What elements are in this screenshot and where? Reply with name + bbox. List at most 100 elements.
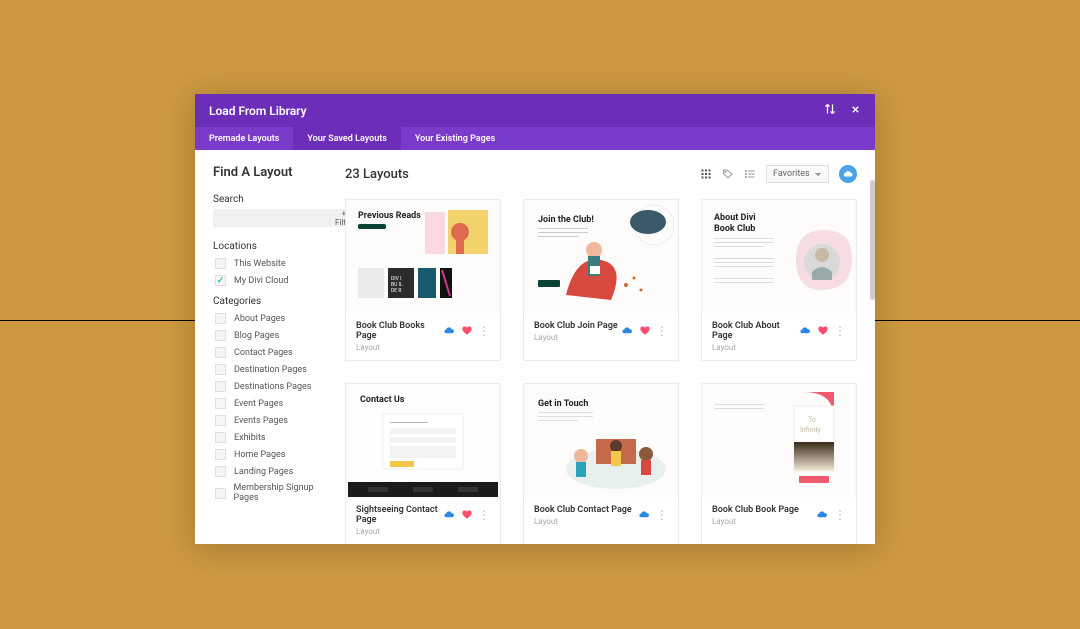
cloud-icon[interactable] bbox=[798, 321, 812, 340]
checkbox-label: Events Pages bbox=[234, 416, 288, 426]
tag-view-icon[interactable] bbox=[722, 168, 734, 180]
svg-text:Book Club: Book Club bbox=[714, 224, 755, 234]
layout-count: 23 Layouts bbox=[345, 167, 409, 182]
modal-title: Load From Library bbox=[209, 104, 307, 118]
location-my-divi-cloud[interactable]: My Divi Cloud bbox=[213, 275, 335, 286]
layout-thumbnail: Previous ReadsDIV IBU ILDE R bbox=[346, 200, 500, 313]
library-modal: Load From Library Premade Layouts Your S… bbox=[195, 94, 875, 544]
category-item[interactable]: Event Pages bbox=[213, 398, 335, 409]
scrollbar[interactable] bbox=[870, 180, 875, 300]
checkbox-icon bbox=[215, 466, 226, 477]
close-icon[interactable] bbox=[850, 104, 861, 118]
heart-icon[interactable] bbox=[817, 321, 829, 340]
layout-title: Book Club About Page bbox=[712, 321, 798, 341]
checkbox-icon bbox=[215, 415, 226, 426]
checkbox-icon bbox=[215, 432, 226, 443]
checkbox-icon bbox=[215, 313, 226, 324]
more-icon[interactable]: ⋮ bbox=[834, 328, 846, 334]
checkbox-label: Blog Pages bbox=[234, 331, 279, 341]
tab-saved-layouts[interactable]: Your Saved Layouts bbox=[293, 127, 401, 150]
layout-thumbnail: Contact Us bbox=[346, 384, 500, 497]
category-item[interactable]: About Pages bbox=[213, 313, 335, 324]
checkbox-icon bbox=[215, 347, 226, 358]
tab-existing-pages[interactable]: Your Existing Pages bbox=[401, 127, 509, 150]
main-panel: 23 Layouts Favorites bbox=[345, 150, 875, 544]
svg-text:Get in Touch: Get in Touch bbox=[538, 399, 588, 409]
layout-card[interactable]: Contact Us Sightseeing Contact Page Layo… bbox=[345, 383, 501, 544]
layout-title: Book Club Contact Page bbox=[534, 505, 637, 515]
layout-title: Book Club Books Page bbox=[356, 321, 442, 341]
sort-toggle-icon[interactable] bbox=[824, 103, 836, 118]
category-item[interactable]: Blog Pages bbox=[213, 330, 335, 341]
layout-card[interactable]: ToInfinity Book Club Book Page Layout ⋮ bbox=[701, 383, 857, 544]
search-input[interactable] bbox=[213, 209, 335, 227]
layout-thumbnail: Get in Touch bbox=[524, 384, 678, 497]
cloud-account-badge[interactable] bbox=[839, 165, 857, 183]
layout-subtitle: Layout bbox=[534, 517, 637, 526]
cloud-icon[interactable] bbox=[637, 505, 651, 524]
checkbox-icon bbox=[215, 364, 226, 375]
sidebar-title: Find A Layout bbox=[213, 165, 335, 180]
filter-button[interactable]: + Filter bbox=[335, 209, 345, 227]
tab-premade-layouts[interactable]: Premade Layouts bbox=[195, 127, 293, 150]
cloud-icon[interactable] bbox=[442, 505, 456, 524]
layout-card[interactable]: Previous ReadsDIV IBU ILDE R Book Club B… bbox=[345, 199, 501, 361]
checkbox-label: Membership Signup Pages bbox=[234, 483, 335, 503]
checkbox-label: Landing Pages bbox=[234, 467, 293, 477]
more-icon[interactable]: ⋮ bbox=[478, 512, 490, 518]
location-this-website[interactable]: This Website bbox=[213, 258, 335, 269]
category-item[interactable]: Destination Pages bbox=[213, 364, 335, 375]
layout-subtitle: Layout bbox=[712, 517, 815, 526]
more-icon[interactable]: ⋮ bbox=[478, 328, 490, 334]
category-item[interactable]: Events Pages bbox=[213, 415, 335, 426]
svg-text:Contact Us: Contact Us bbox=[360, 395, 405, 405]
layout-subtitle: Layout bbox=[356, 527, 442, 536]
svg-text:About Divi: About Divi bbox=[714, 213, 756, 223]
cloud-icon[interactable] bbox=[620, 321, 634, 340]
checkbox-icon bbox=[215, 488, 226, 499]
checkbox-icon bbox=[215, 381, 226, 392]
heart-icon[interactable] bbox=[461, 505, 473, 524]
heart-icon[interactable] bbox=[639, 321, 651, 340]
sidebar: Find A Layout Search + Filter Locations … bbox=[195, 150, 345, 544]
layout-card[interactable]: Join the Club! Book Club Join Page Layou… bbox=[523, 199, 679, 361]
checkbox-icon bbox=[215, 398, 226, 409]
checkbox-label: About Pages bbox=[234, 314, 285, 324]
sort-select[interactable]: Favorites bbox=[766, 165, 829, 183]
list-view-icon[interactable] bbox=[744, 168, 756, 180]
cloud-icon[interactable] bbox=[442, 321, 456, 340]
heart-icon[interactable] bbox=[461, 321, 473, 340]
checkbox-label: This Website bbox=[234, 259, 286, 269]
category-item[interactable]: Contact Pages bbox=[213, 347, 335, 358]
layout-card[interactable]: About DiviBook Club Book Club About Page… bbox=[701, 199, 857, 361]
layout-thumbnail: About DiviBook Club bbox=[702, 200, 856, 313]
more-icon[interactable]: ⋮ bbox=[656, 512, 668, 518]
svg-text:To: To bbox=[808, 416, 816, 424]
category-item[interactable]: Landing Pages bbox=[213, 466, 335, 477]
modal-header: Load From Library bbox=[195, 94, 875, 127]
checkbox-label: Event Pages bbox=[234, 399, 283, 409]
layout-title: Sightseeing Contact Page bbox=[356, 505, 442, 525]
checkbox-label: Contact Pages bbox=[234, 348, 293, 358]
more-icon[interactable]: ⋮ bbox=[834, 512, 846, 518]
checkbox-icon bbox=[215, 275, 226, 286]
category-item[interactable]: Home Pages bbox=[213, 449, 335, 460]
category-item[interactable]: Destinations Pages bbox=[213, 381, 335, 392]
locations-heading: Locations bbox=[213, 241, 335, 252]
checkbox-icon bbox=[215, 449, 226, 460]
more-icon[interactable]: ⋮ bbox=[656, 328, 668, 334]
layout-thumbnail: Join the Club! bbox=[524, 200, 678, 313]
grid-view-icon[interactable] bbox=[700, 168, 712, 180]
tab-bar: Premade Layouts Your Saved Layouts Your … bbox=[195, 127, 875, 150]
checkbox-label: Home Pages bbox=[234, 450, 285, 460]
category-item[interactable]: Exhibits bbox=[213, 432, 335, 443]
layout-card[interactable]: Get in Touch Book Club Contact Page Layo… bbox=[523, 383, 679, 544]
category-item[interactable]: Membership Signup Pages bbox=[213, 483, 335, 503]
cloud-icon[interactable] bbox=[815, 505, 829, 524]
checkbox-icon bbox=[215, 330, 226, 341]
layout-thumbnail: ToInfinity bbox=[702, 384, 856, 497]
layout-subtitle: Layout bbox=[356, 343, 442, 352]
checkbox-label: My Divi Cloud bbox=[234, 276, 288, 286]
checkbox-label: Destination Pages bbox=[234, 365, 307, 375]
checkbox-icon bbox=[215, 258, 226, 269]
